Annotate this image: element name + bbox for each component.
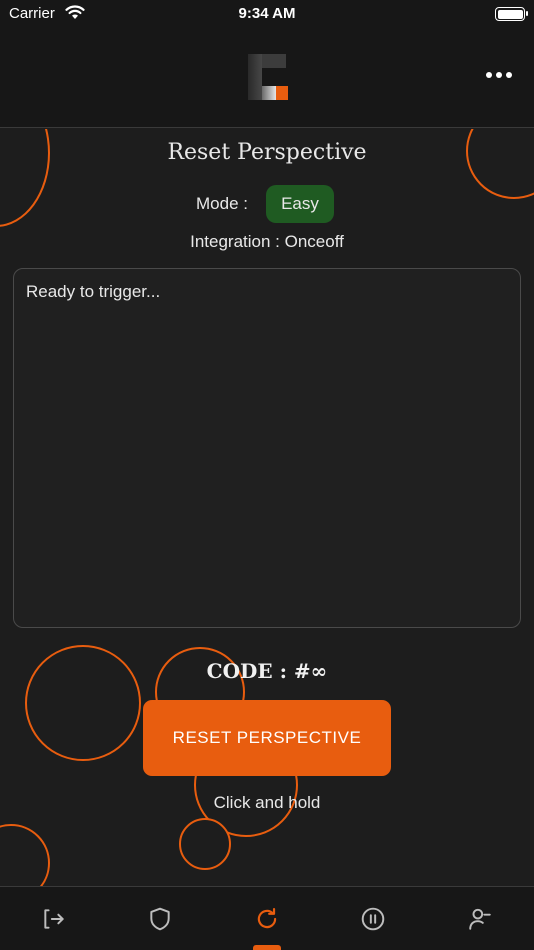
shield-icon	[150, 907, 170, 931]
page-title: Reset Perspective	[167, 140, 367, 165]
log-in-icon	[44, 909, 64, 929]
pause-circle-icon	[361, 907, 385, 931]
brand-logo-icon	[248, 54, 288, 100]
tab-login[interactable]	[1, 887, 107, 950]
more-dot	[496, 72, 502, 78]
hold-hint: Click and hold	[213, 793, 321, 812]
status-bar: Carrier 9:34 AM	[0, 0, 534, 30]
tab-bar	[0, 886, 534, 950]
more-dot	[506, 72, 512, 78]
log-output: Ready to trigger...	[13, 268, 521, 628]
reset-perspective-button[interactable]: RESET PERSPECTIVE	[143, 700, 391, 776]
tab-pause[interactable]	[320, 887, 426, 950]
app-header	[0, 30, 534, 128]
mode-label: Mode :	[196, 194, 248, 213]
tab-user[interactable]	[427, 887, 533, 950]
refresh-icon	[257, 907, 277, 929]
more-options-button[interactable]	[486, 63, 520, 87]
active-tab-indicator	[253, 945, 281, 950]
battery-icon	[495, 7, 528, 21]
integration-label: Integration : Onceoff	[190, 232, 344, 251]
code-label: CODE : #∞	[206, 659, 328, 683]
main-content: Reset Perspective Mode : Easy Integratio…	[0, 129, 534, 886]
mode-badge[interactable]: Easy	[266, 185, 334, 223]
more-dot	[486, 72, 492, 78]
user-minus-icon	[469, 908, 491, 930]
log-text: Ready to trigger...	[26, 282, 161, 301]
decorative-circle	[179, 818, 231, 870]
status-time: 9:34 AM	[238, 5, 296, 22]
decorative-circle	[0, 824, 50, 886]
tab-reset[interactable]	[214, 887, 320, 950]
tab-shield[interactable]	[107, 887, 213, 950]
